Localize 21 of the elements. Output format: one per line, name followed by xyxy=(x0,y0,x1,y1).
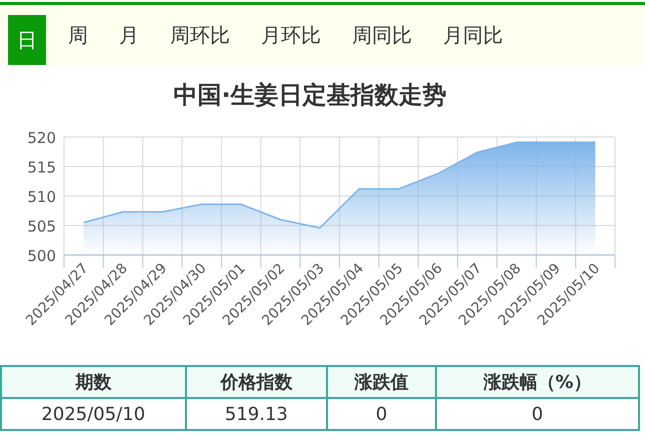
table-cell: 519.13 xyxy=(186,398,328,430)
y-tick-label: 510 xyxy=(27,188,56,206)
y-tick-label: 520 xyxy=(27,129,56,147)
column-header: 涨跌值 xyxy=(327,366,436,398)
tab[interactable]: 周同比 xyxy=(343,5,421,65)
chart-title: 中国·生姜日定基指数走势 xyxy=(172,80,448,111)
column-header: 涨跌幅（%） xyxy=(436,366,639,398)
column-header: 价格指数 xyxy=(186,366,328,398)
tab[interactable]: 月环比 xyxy=(252,5,330,65)
column-header: 期数 xyxy=(1,366,186,398)
tab[interactable]: 周环比 xyxy=(161,5,239,65)
tab[interactable]: 周 xyxy=(59,5,97,65)
tab[interactable]: 日 xyxy=(8,15,46,65)
y-tick-label: 505 xyxy=(27,218,56,236)
y-tick-label: 500 xyxy=(27,247,56,265)
tab[interactable]: 月 xyxy=(110,5,148,65)
table-cell: 0 xyxy=(436,398,639,430)
y-tick-label: 515 xyxy=(27,158,56,176)
table-cell: 2025/05/10 xyxy=(1,398,186,430)
table-cell: 0 xyxy=(327,398,436,430)
tab[interactable]: 月同比 xyxy=(434,5,512,65)
